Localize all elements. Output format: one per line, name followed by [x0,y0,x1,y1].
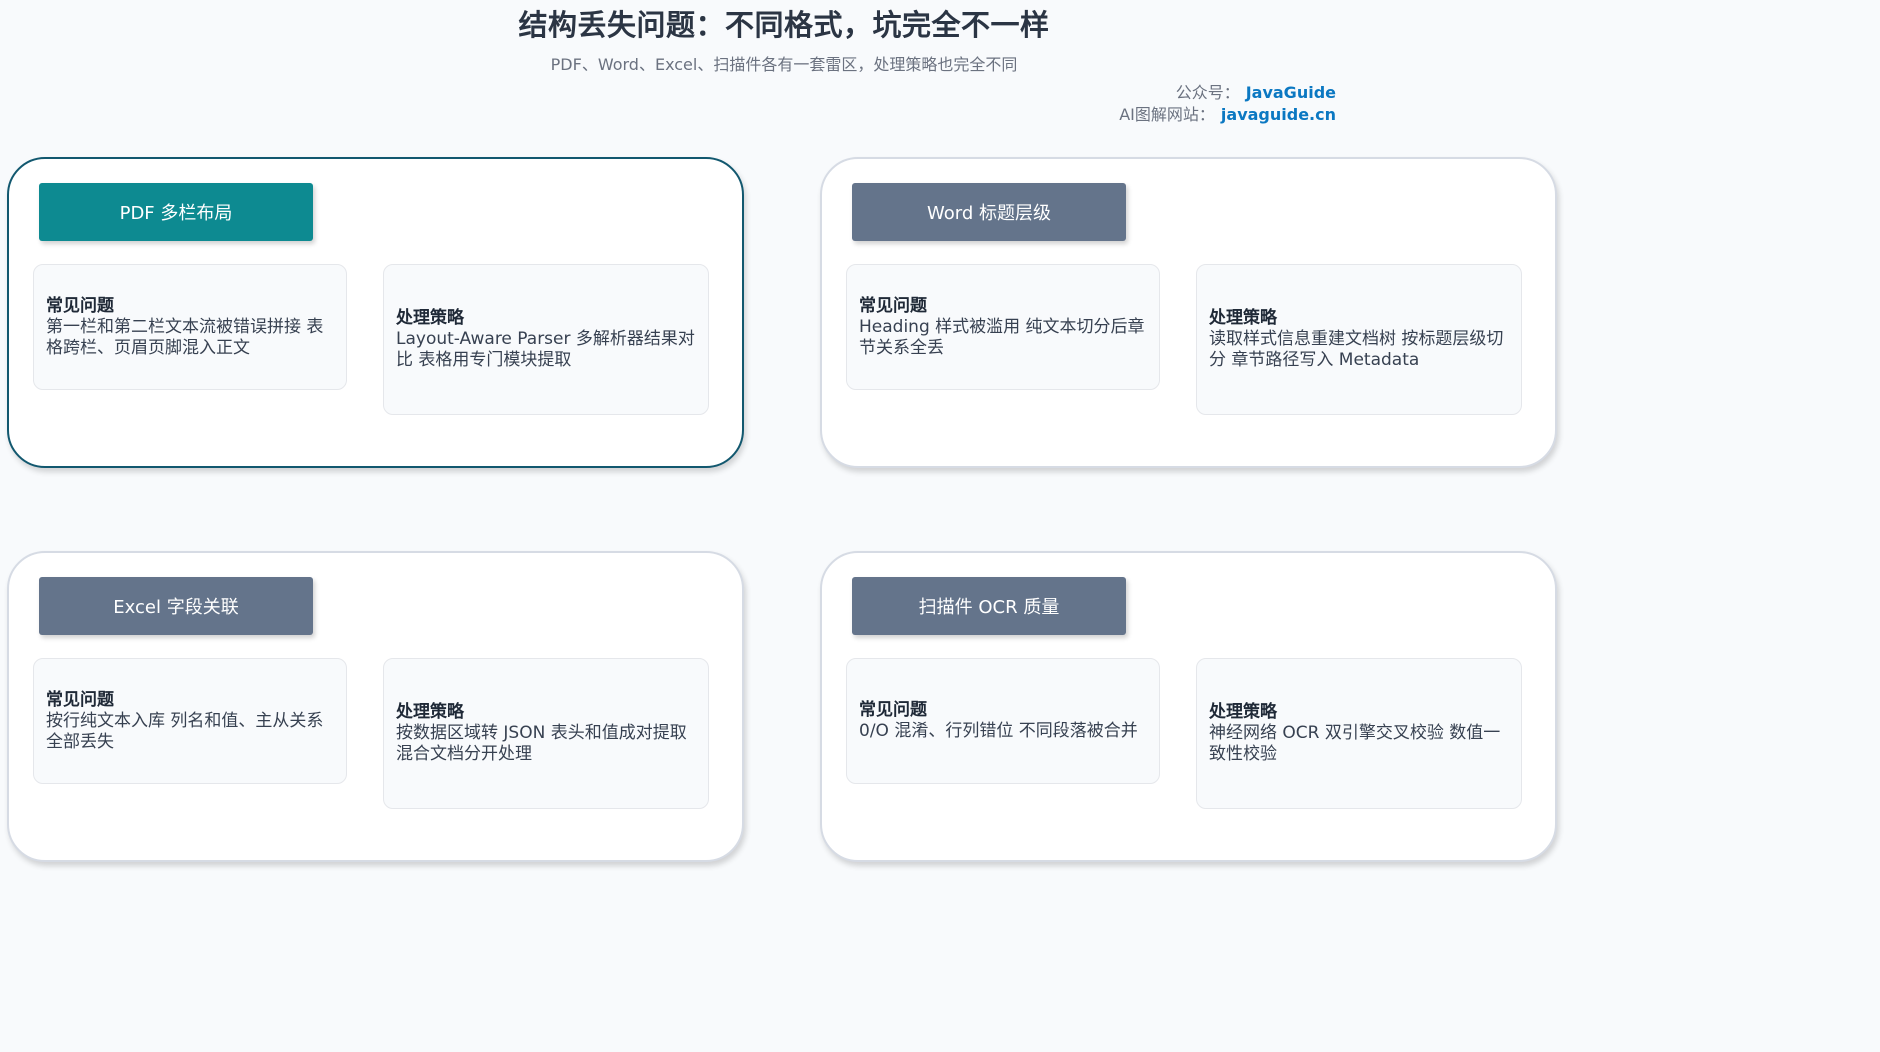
panel-label-ocr: 扫描件 OCR 质量 [852,577,1126,635]
problem-card-excel: 常见问题 按行纯文本入库 列名和值、主从关系全部丢失 [33,658,347,784]
problem-text: Heading 样式被滥用 纯文本切分后章节关系全丢 [859,316,1145,358]
problem-card-ocr: 常见问题 0/O 混淆、行列错位 不同段落被合并 [846,658,1160,784]
panel-excel: Excel 字段关联 常见问题 按行纯文本入库 列名和值、主从关系全部丢失 处理… [7,551,744,862]
strategy-card-pdf: 处理策略 Layout-Aware Parser 多解析器结果对比 表格用专门模… [383,264,709,415]
panel-pdf: PDF 多栏布局 常见问题 第一栏和第二栏文本流被错误拼接 表格跨栏、页眉页脚混… [7,157,744,468]
credit-site-row: AI图解网站： javaguide.cn [1119,104,1336,126]
strategy-text: 神经网络 OCR 双引擎交叉校验 数值一致性校验 [1209,723,1501,764]
page-subtitle: PDF、Word、Excel、扫描件各有一套雷区，处理策略也完全不同 [550,55,1018,74]
strategy-title: 处理策略 [396,702,464,722]
panel-ocr: 扫描件 OCR 质量 常见问题 0/O 混淆、行列错位 不同段落被合并 处理策略… [820,551,1557,862]
problem-text: 0/O 混淆、行列错位 不同段落被合并 [859,721,1138,741]
credit-site-label: AI图解网站： [1119,105,1215,124]
strategy-text: Layout-Aware Parser 多解析器结果对比 表格用专门模块提取 [396,329,695,370]
problem-title: 常见问题 [859,295,927,316]
credit-site-link[interactable]: javaguide.cn [1221,105,1336,124]
problem-text: 按行纯文本入库 列名和值、主从关系全部丢失 [46,710,324,752]
strategy-card-excel: 处理策略 按数据区域转 JSON 表头和值成对提取 混合文档分开处理 [383,658,709,809]
credit-account-row: 公众号： JavaGuide [1119,82,1336,104]
problem-title: 常见问题 [859,700,927,720]
diagram-page: 结构丢失问题：不同格式，坑完全不一样 PDF、Word、Excel、扫描件各有一… [0,0,1568,877]
panel-label-word: Word 标题层级 [852,183,1126,241]
strategy-card-word: 处理策略 读取样式信息重建文档树 按标题层级切分 章节路径写入 Metadata [1196,264,1522,415]
problem-title: 常见问题 [46,689,114,710]
problem-card-pdf: 常见问题 第一栏和第二栏文本流被错误拼接 表格跨栏、页眉页脚混入正文 [33,264,347,390]
credit-block: 公众号： JavaGuide AI图解网站： javaguide.cn [1119,82,1336,126]
problem-title: 常见问题 [46,295,114,316]
problem-text: 第一栏和第二栏文本流被错误拼接 表格跨栏、页眉页脚混入正文 [46,316,324,358]
strategy-card-ocr: 处理策略 神经网络 OCR 双引擎交叉校验 数值一致性校验 [1196,658,1522,809]
panel-label-excel: Excel 字段关联 [39,577,313,635]
credit-account-link[interactable]: JavaGuide [1246,83,1336,102]
strategy-title: 处理策略 [1209,308,1277,328]
strategy-title: 处理策略 [396,308,464,328]
panel-word: Word 标题层级 常见问题 Heading 样式被滥用 纯文本切分后章节关系全… [820,157,1557,468]
credit-account-label: 公众号： [1175,83,1240,102]
problem-card-word: 常见问题 Heading 样式被滥用 纯文本切分后章节关系全丢 [846,264,1160,390]
strategy-text: 按数据区域转 JSON 表头和值成对提取 混合文档分开处理 [396,723,687,764]
page-title: 结构丢失问题：不同格式，坑完全不一样 [518,8,1050,42]
strategy-text: 读取样式信息重建文档树 按标题层级切分 章节路径写入 Metadata [1209,329,1504,370]
panel-label-pdf: PDF 多栏布局 [39,183,313,241]
strategy-title: 处理策略 [1209,702,1277,722]
